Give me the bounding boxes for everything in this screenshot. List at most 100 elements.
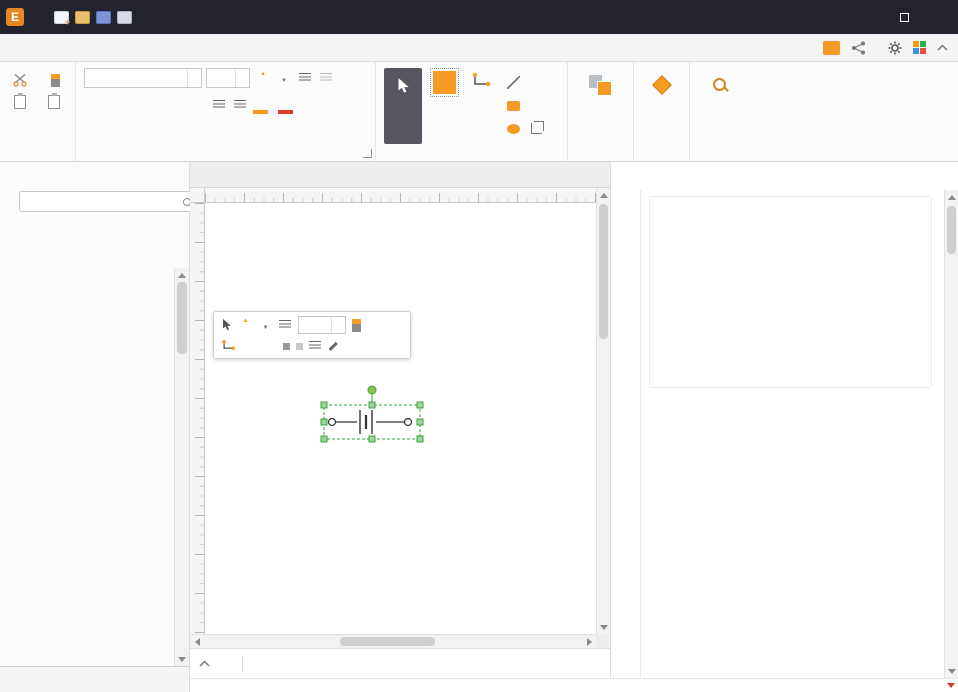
- styles-button[interactable]: [642, 72, 681, 104]
- canvas-scroll-up-button[interactable]: [597, 188, 610, 202]
- arrange-icon: [589, 75, 612, 96]
- canvas-hscroll-thumb[interactable]: [340, 637, 435, 646]
- mini-format-painter-icon[interactable]: [352, 319, 361, 332]
- mini-font-combobox[interactable]: [298, 316, 346, 334]
- text-tool-button[interactable]: [429, 68, 460, 100]
- print-icon[interactable]: [117, 11, 132, 24]
- fill-scroll-up-button[interactable]: [945, 190, 958, 204]
- vertical-ruler: [190, 203, 205, 634]
- palette-scroll-button[interactable]: [944, 679, 958, 692]
- save-icon[interactable]: [96, 11, 111, 24]
- font-color-button[interactable]: [277, 95, 294, 115]
- alignment-button[interactable]: [296, 68, 313, 88]
- canvas-area: ▲ ▼: [190, 162, 610, 678]
- line-spacing-button[interactable]: [210, 95, 227, 115]
- ribbon-group-basic-tools: [376, 62, 568, 161]
- library-search-box: [19, 191, 197, 212]
- magnifier-icon: [713, 78, 726, 91]
- cut-button[interactable]: [13, 73, 28, 87]
- fill-options-box: [649, 196, 932, 388]
- italic-button[interactable]: [105, 95, 122, 115]
- format-painter-button[interactable]: [51, 74, 60, 87]
- mini-connector-icon[interactable]: [221, 339, 237, 353]
- mini-shape1-icon[interactable]: [283, 343, 290, 350]
- new-document-icon[interactable]: [54, 11, 69, 24]
- canvas-scroll-left-button[interactable]: [190, 635, 204, 648]
- ribbon-tab-row: [0, 34, 958, 62]
- mini-bold-button[interactable]: [243, 338, 257, 354]
- minimize-button[interactable]: [850, 0, 886, 34]
- fill-scroll-down-button[interactable]: [945, 664, 958, 678]
- scroll-up-button[interactable]: [175, 268, 189, 282]
- ribbon-group-arrange: [568, 62, 634, 161]
- mini-shape2-icon[interactable]: [296, 343, 303, 350]
- bold-button[interactable]: [84, 95, 101, 115]
- grow-font-button[interactable]: ▲: [254, 68, 271, 88]
- open-file-icon[interactable]: [75, 11, 90, 24]
- bullet-list-button[interactable]: [231, 95, 248, 115]
- shrink-font-button[interactable]: ▼: [275, 68, 292, 88]
- close-button[interactable]: [922, 0, 958, 34]
- ruler-corner: [190, 188, 205, 203]
- crop-tool-icon[interactable]: [531, 123, 542, 134]
- connector-tool-button[interactable]: [467, 68, 497, 97]
- subscript-button[interactable]: [168, 95, 185, 115]
- mini-italic-button[interactable]: [263, 338, 277, 354]
- page-nav-divider: [242, 656, 243, 672]
- drawing-canvas[interactable]: ▲ ▼: [205, 203, 596, 634]
- underline-button[interactable]: [126, 95, 143, 115]
- canvas-vertical-scrollbar[interactable]: [596, 188, 610, 634]
- selected-shape[interactable]: [320, 383, 424, 450]
- mini-grow-font-button[interactable]: ▲: [238, 317, 252, 333]
- addins-icon[interactable]: [913, 41, 926, 54]
- cursor-icon: [396, 77, 410, 95]
- pages-collapse-icon[interactable]: [199, 660, 210, 667]
- mini-shrink-font-button[interactable]: ▼: [258, 317, 272, 333]
- strikethrough-button[interactable]: [147, 95, 164, 115]
- font-name-combobox[interactable]: [84, 68, 202, 88]
- arrange-button[interactable]: [576, 72, 625, 105]
- fill-scrollbar-thumb[interactable]: [947, 206, 956, 254]
- task-pane-icon-strip: [611, 190, 641, 678]
- libraries-panel: [0, 162, 190, 692]
- maximize-icon: [900, 13, 909, 22]
- library-scrollbar-thumb[interactable]: [177, 282, 187, 354]
- bullet-list-icon: [234, 100, 246, 110]
- rotation-handle[interactable]: [368, 386, 376, 394]
- mini-pen-icon[interactable]: [327, 340, 339, 352]
- share-icon[interactable]: [851, 41, 866, 55]
- canvas-vscroll-thumb[interactable]: [599, 204, 608, 339]
- superscript-button[interactable]: [189, 95, 206, 115]
- canvas-scroll-down-button[interactable]: [597, 620, 610, 634]
- ellipse-tool-icon[interactable]: [507, 124, 520, 134]
- paste-button[interactable]: [14, 95, 28, 109]
- line-tool-icon[interactable]: [507, 76, 520, 89]
- rectangle-tool-icon[interactable]: [507, 101, 520, 111]
- mini-layers-icon[interactable]: [309, 341, 321, 351]
- editing-button[interactable]: [698, 72, 740, 103]
- export-icon[interactable]: [823, 41, 840, 55]
- canvas-horizontal-scrollbar[interactable]: [190, 634, 596, 648]
- brush-icon: [51, 74, 60, 87]
- styles-icon: [652, 75, 672, 95]
- maximize-button[interactable]: [886, 0, 922, 34]
- mini-cursor-icon[interactable]: [221, 318, 232, 332]
- line-spacing-icon: [213, 100, 225, 110]
- edraw-logo: E: [6, 8, 24, 26]
- collapse-ribbon-icon[interactable]: [937, 44, 948, 51]
- text-direction-button[interactable]: [317, 68, 334, 88]
- settings-gear-icon[interactable]: [888, 41, 902, 55]
- library-search-input[interactable]: [25, 195, 180, 209]
- fill-panel-scrollbar[interactable]: [944, 190, 958, 678]
- font-size-combobox[interactable]: [206, 68, 250, 88]
- select-tool-button[interactable]: [384, 68, 422, 144]
- document-tabs: [190, 162, 610, 188]
- mini-align-button[interactable]: [278, 317, 292, 333]
- canvas-scroll-right-button[interactable]: [582, 635, 596, 648]
- highlight-button[interactable]: [252, 95, 269, 115]
- library-scrollbar[interactable]: [174, 268, 189, 666]
- font-dialog-launcher[interactable]: [363, 149, 372, 158]
- ribbon-group-file: [0, 62, 76, 161]
- copy-button[interactable]: [48, 95, 62, 109]
- scroll-down-button[interactable]: [175, 652, 189, 666]
